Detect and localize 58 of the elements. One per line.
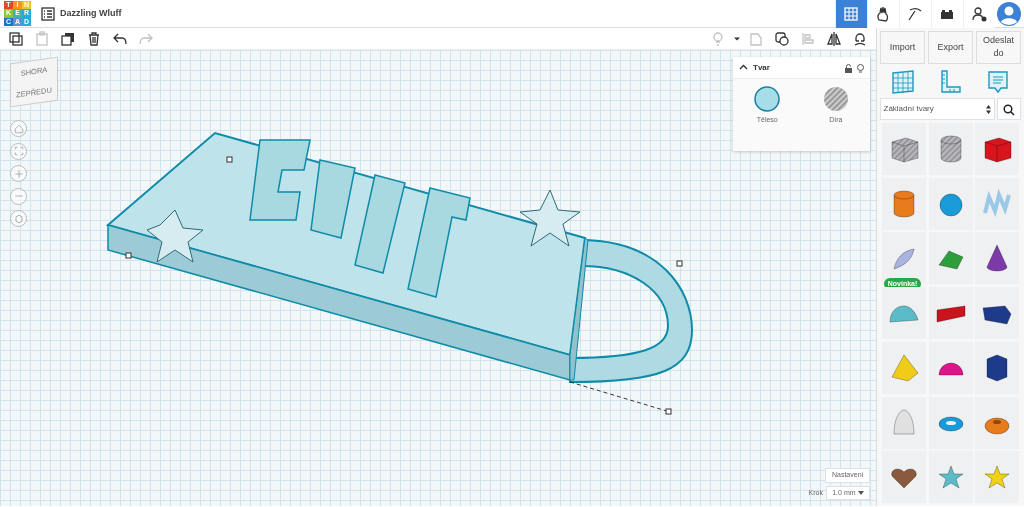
shape-tile[interactable] [975, 232, 1020, 285]
pickaxe-mode-button[interactable] [898, 0, 931, 28]
brick-mode-button[interactable] [930, 0, 963, 28]
menu-icon[interactable] [40, 7, 55, 22]
grid-mode-button[interactable] [834, 0, 867, 28]
zoom-out-button[interactable] [10, 187, 27, 205]
shape-tile[interactable] [881, 177, 926, 230]
search-icon [1003, 103, 1016, 116]
solid-swatch-icon [753, 84, 782, 113]
shape-tile[interactable] [928, 341, 973, 394]
inspector-title: Tvar [753, 61, 770, 74]
hand-mode-button[interactable] [866, 0, 899, 28]
shape-tile[interactable] [881, 396, 926, 449]
shape-tile[interactable] [928, 287, 973, 339]
shape-tile[interactable] [975, 177, 1020, 230]
project-title[interactable]: Dazzling Wluff [60, 6, 122, 21]
action-button[interactable]: Odeslat do [975, 30, 1022, 64]
shape-tile[interactable] [928, 177, 973, 230]
mirror-icon [826, 30, 843, 47]
shape-tile[interactable] [881, 341, 926, 394]
shape-tile[interactable] [928, 232, 973, 285]
avatar-icon[interactable] [997, 1, 1022, 26]
fit-button[interactable] [10, 142, 27, 160]
shape-tile[interactable] [881, 122, 926, 175]
shape-tile[interactable] [928, 396, 973, 449]
clipboard-icon [33, 30, 50, 47]
home-icon [12, 122, 25, 135]
user-add-mode-button[interactable] [962, 0, 995, 28]
fit-icon [12, 145, 25, 157]
lock-icon [843, 63, 853, 73]
shape-tile[interactable] [975, 287, 1020, 339]
search-button[interactable] [997, 98, 1022, 120]
align-icon [800, 30, 817, 47]
category-dropdown[interactable]: Základní tvary [879, 98, 995, 120]
shape-tile[interactable] [975, 396, 1020, 449]
shape-tile[interactable] [881, 287, 926, 339]
grid-icon [843, 6, 859, 22]
pickaxe-icon [907, 6, 923, 22]
user-add-icon [971, 6, 987, 22]
plus-icon [12, 167, 25, 180]
sort-arrows-icon [985, 104, 991, 114]
hole-swatch-icon [821, 84, 850, 113]
caret-icon [857, 490, 864, 495]
home-button[interactable] [10, 120, 27, 137]
shape-tile[interactable] [881, 451, 926, 504]
collapse-icon [738, 63, 748, 72]
bulb-icon [855, 63, 865, 73]
action-button[interactable]: Import [879, 30, 926, 64]
shape-tile[interactable] [928, 122, 973, 175]
shape-tile[interactable] [975, 341, 1020, 394]
shape-tile[interactable] [928, 451, 973, 504]
hand-icon [875, 6, 891, 22]
copy-icon [7, 30, 24, 47]
zoom-in-button[interactable] [10, 165, 27, 182]
shape-tile[interactable] [975, 451, 1020, 504]
action-button[interactable]: Export [927, 30, 974, 64]
shape-tile[interactable] [975, 122, 1020, 175]
group-icon [748, 30, 765, 47]
